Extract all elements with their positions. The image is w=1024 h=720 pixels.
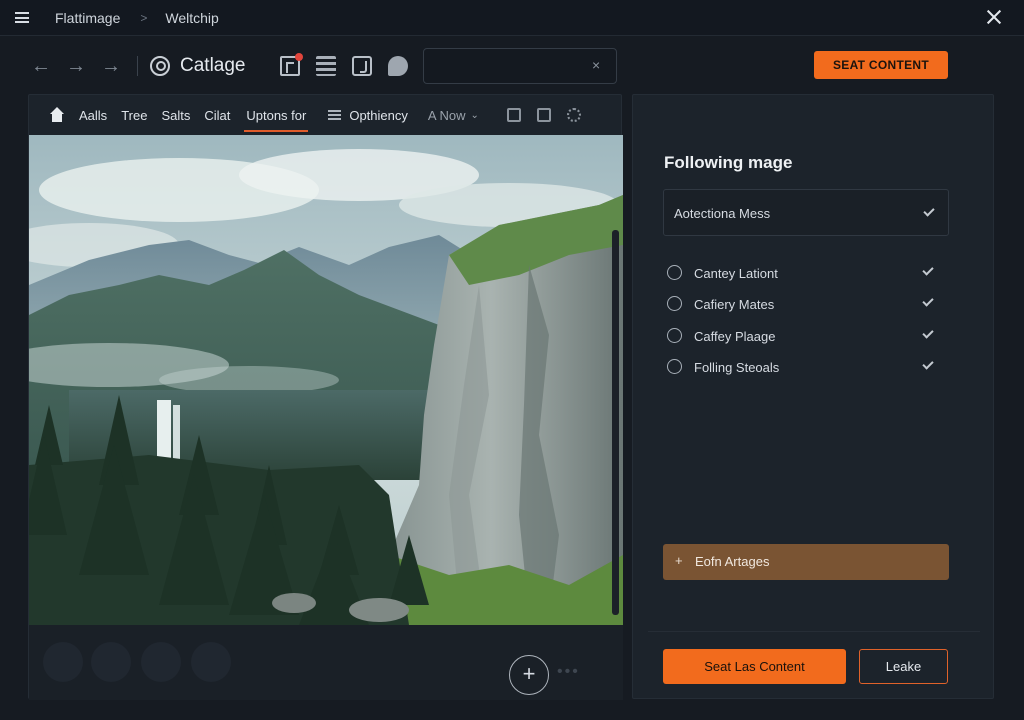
- chevron-down-icon[interactable]: ⌄: [470, 110, 478, 121]
- leake-button[interactable]: Leake: [859, 649, 948, 684]
- option-dropdown[interactable]: Aotectiona Mess: [663, 189, 949, 236]
- dropdown-value: Aotectiona Mess: [674, 206, 771, 221]
- image-viewer-panel: Aalls Tree Salts Cilat Uptons for Opthie…: [28, 94, 623, 700]
- list-icon: [328, 109, 342, 121]
- plus-icon: +: [675, 553, 683, 568]
- panel-title: Following mage: [664, 153, 793, 172]
- breadcrumb-item[interactable]: Flattimage: [55, 10, 120, 26]
- music-note-icon[interactable]: [351, 56, 372, 76]
- gear-icon[interactable]: [566, 108, 581, 122]
- radio-button[interactable]: [667, 328, 682, 343]
- home-icon[interactable]: [49, 107, 65, 123]
- radio-button[interactable]: [667, 359, 682, 374]
- search-box[interactable]: ×: [423, 48, 617, 84]
- app-brand: Catlage: [150, 55, 246, 77]
- arrow-right-icon[interactable]: →: [100, 55, 122, 77]
- vertical-scrollbar[interactable]: [612, 230, 619, 615]
- chevron-down-icon[interactable]: [922, 358, 934, 370]
- circle-placeholder-icon[interactable]: [141, 642, 181, 682]
- document-icon[interactable]: [279, 53, 303, 76]
- arrow-left-icon[interactable]: ←: [30, 55, 52, 77]
- option-item[interactable]: Folling Steoals: [667, 357, 947, 377]
- breadcrumb-item[interactable]: Weltchip: [165, 10, 218, 26]
- tab-salts[interactable]: Salts: [161, 108, 190, 123]
- option-item[interactable]: Caffey Plaage: [667, 326, 947, 346]
- tab-opthiency[interactable]: Opthiency: [349, 108, 408, 123]
- circle-placeholder-icon[interactable]: [91, 642, 131, 682]
- radio-button[interactable]: [667, 296, 682, 311]
- home-outline-icon[interactable]: [506, 108, 521, 122]
- chevron-down-icon[interactable]: [922, 264, 934, 276]
- chevron-down-icon: [923, 205, 935, 217]
- settings-panel: Following mage Aotectiona Mess Cantey La…: [632, 94, 994, 699]
- breadcrumb-separator-icon: >: [140, 10, 148, 25]
- clear-search-icon[interactable]: ×: [592, 58, 606, 72]
- option-label: Cafiery Mates: [694, 297, 775, 312]
- arrow-right-icon[interactable]: →: [65, 55, 87, 77]
- chevron-down-icon[interactable]: [922, 327, 934, 339]
- viewer-footer: + •••: [29, 625, 623, 700]
- title-bar: Flattimage > Weltchip: [0, 0, 1024, 36]
- app-logo-icon: [150, 56, 170, 76]
- option-label: Cantey Lationt: [694, 266, 778, 281]
- shield-icon[interactable]: [191, 642, 231, 682]
- chevron-down-icon[interactable]: [922, 295, 934, 307]
- tag-label: Eofn Artages: [695, 554, 770, 569]
- close-icon[interactable]: [986, 9, 1002, 25]
- landscape-image: [29, 135, 623, 625]
- file-icon[interactable]: [536, 108, 551, 122]
- tab-tree[interactable]: Tree: [121, 108, 147, 123]
- divider: [648, 631, 980, 632]
- tab-bar: Aalls Tree Salts Cilat Uptons for Opthie…: [29, 95, 623, 135]
- notification-badge: [294, 53, 303, 61]
- landscape-illustration: [29, 135, 623, 625]
- more-options-icon[interactable]: •••: [557, 663, 580, 681]
- chat-bubble-icon[interactable]: [387, 56, 408, 76]
- option-label: Folling Steoals: [694, 360, 780, 375]
- seat-content-button[interactable]: SEAT CONTENT: [814, 51, 948, 79]
- tab-aalls[interactable]: Aalls: [79, 108, 107, 123]
- add-button[interactable]: +: [509, 655, 549, 695]
- hamburger-menu-icon[interactable]: [15, 12, 29, 23]
- add-tag-button[interactable]: + Eofn Artages: [663, 544, 949, 580]
- stack-icon[interactable]: [315, 56, 336, 76]
- tab-uptons-for[interactable]: Uptons for: [244, 108, 309, 132]
- option-label: Caffey Plaage: [694, 329, 776, 344]
- radio-button[interactable]: [667, 265, 682, 280]
- seat-las-content-button[interactable]: Seat Las Content: [663, 649, 846, 684]
- option-item[interactable]: Cantey Lationt: [667, 263, 947, 283]
- facebook-icon[interactable]: [43, 642, 83, 682]
- now-dropdown[interactable]: A Now: [428, 108, 466, 123]
- option-item[interactable]: Cafiery Mates: [667, 294, 947, 314]
- app-title: Catlage: [180, 55, 246, 76]
- toolbar-divider: [137, 56, 138, 76]
- search-input[interactable]: [434, 57, 584, 77]
- tab-cilat[interactable]: Cilat: [204, 108, 230, 123]
